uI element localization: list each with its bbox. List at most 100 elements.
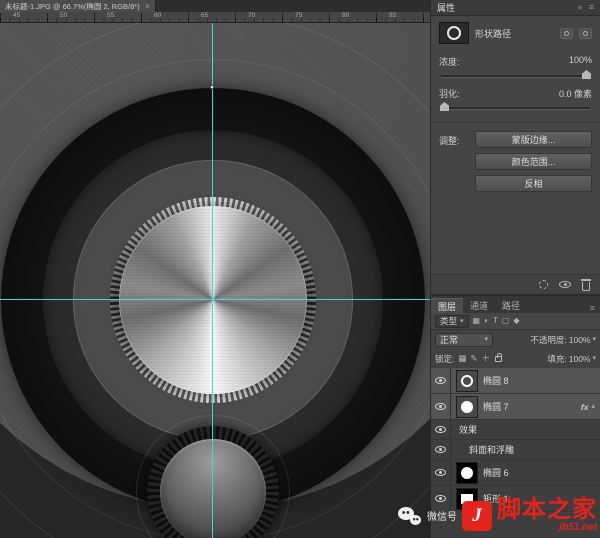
document-tabbar: 未标题-1.JPG @ 66.7%(椭圆 2, RGB/8*) ×	[0, 0, 430, 12]
density-value[interactable]: 100%	[569, 55, 592, 68]
wechat-icon	[398, 506, 422, 526]
vector-mask-button[interactable]	[579, 28, 592, 39]
layer-thumbnail[interactable]	[456, 370, 478, 392]
tab-close-icon[interactable]: ×	[145, 2, 150, 11]
layer-row-bevel-emboss[interactable]: 斜面和浮雕	[431, 440, 600, 460]
properties-panel-header: 属性 « ≡	[431, 0, 600, 16]
layer-row-ellipse-8[interactable]: 椭圆 8	[431, 368, 600, 394]
fx-badge[interactable]: fx	[581, 402, 589, 412]
blend-mode-row: 正常 ▾ 不透明度: 100% ▾	[431, 330, 600, 349]
invert-button[interactable]: 反相	[475, 175, 592, 192]
tab-paths[interactable]: 路径	[495, 298, 527, 313]
brand-site-url: jb51.net	[497, 523, 597, 533]
vertical-guide[interactable]	[212, 23, 213, 538]
layer-name[interactable]: 椭圆 6	[483, 466, 509, 479]
delete-mask-icon[interactable]	[582, 282, 590, 291]
fill-group[interactable]: 填充: 100% ▾	[547, 353, 596, 365]
filter-type-layers-icon[interactable]: T	[493, 317, 498, 325]
panel-menu-icon[interactable]: ≡	[589, 3, 594, 12]
load-selection-from-mask-icon[interactable]	[539, 280, 548, 289]
feather-value[interactable]: 0.0 像素	[559, 87, 592, 100]
enable-mask-icon[interactable]	[559, 281, 571, 288]
mask-thumbnail[interactable]	[439, 22, 469, 44]
path-anchor-point[interactable]	[210, 85, 214, 89]
eye-icon	[435, 446, 446, 453]
lock-transparency-icon[interactable]: ▦	[458, 354, 466, 363]
document-area: 未标题-1.JPG @ 66.7%(椭圆 2, RGB/8*) × 45 50 55…	[0, 0, 430, 538]
layer-row-ellipse-6[interactable]: 椭圆 6	[431, 460, 600, 486]
feather-slider-thumb[interactable]	[440, 102, 449, 111]
feather-slider[interactable]	[441, 107, 590, 110]
eye-icon	[435, 377, 446, 384]
lock-position-icon[interactable]: ＋	[482, 354, 491, 363]
feather-label: 羽化:	[439, 87, 460, 100]
horizontal-guide[interactable]	[0, 299, 430, 300]
blend-mode-value: 正常	[440, 333, 458, 346]
layer-filter-row: 类型 ▾ ▦ ◐ T ▢ ◆	[431, 313, 600, 330]
layers-panel-menu-icon[interactable]: ≡	[590, 304, 595, 313]
fill-value[interactable]: 100%	[569, 354, 591, 364]
layer-name[interactable]: 椭圆 8	[483, 374, 509, 387]
properties-bottom-bar	[431, 274, 600, 294]
ruler-number: 50	[60, 12, 67, 19]
visibility-toggle[interactable]	[431, 394, 451, 419]
layer-row-ellipse-7[interactable]: 椭圆 7 fx ▴	[431, 394, 600, 420]
lock-row: 锁定: ▦ ✎ ＋ 填充: 100% ▾	[431, 349, 600, 368]
photoshop-window: 未标题-1.JPG @ 66.7%(椭圆 2, RGB/8*) × 45 50 55…	[0, 0, 600, 538]
effect-name[interactable]: 斜面和浮雕	[469, 443, 514, 456]
blend-mode-select[interactable]: 正常 ▾	[435, 333, 493, 347]
small-knob	[160, 439, 266, 538]
tab-layers[interactable]: 图层	[431, 298, 463, 313]
wechat-label: 微信号	[427, 508, 457, 523]
density-label: 浓度:	[439, 55, 460, 68]
feather-row: 羽化: 0.0 像素	[431, 87, 600, 100]
opacity-group[interactable]: 不透明度: 100% ▾	[530, 334, 596, 346]
layer-thumbnail[interactable]	[456, 396, 478, 418]
adjust-section: 调整: 蒙版边缘... 颜色范围... 反相	[431, 123, 600, 192]
lock-paint-icon[interactable]: ✎	[470, 354, 477, 363]
right-panel-column: 属性 « ≡ 形状路径 浓度: 100% 羽化: 0.0 像素	[430, 0, 600, 538]
document-tab-title: 未标题-1.JPG @ 66.7%(椭圆 2, RGB/8*)	[5, 1, 140, 12]
chevron-down-icon: ▾	[592, 336, 596, 343]
properties-panel: 属性 « ≡ 形状路径 浓度: 100% 羽化: 0.0 像素	[431, 0, 600, 294]
visibility-toggle[interactable]	[431, 368, 451, 393]
horizontal-ruler[interactable]: 455055606570758085	[0, 12, 430, 23]
ruler-number: 55	[107, 12, 114, 19]
density-slider-thumb[interactable]	[582, 70, 591, 79]
filter-kind-select[interactable]: 类型 ▾	[435, 315, 469, 328]
layer-thumbnail[interactable]	[456, 462, 478, 484]
opacity-label: 不透明度:	[530, 334, 566, 346]
document-tab[interactable]: 未标题-1.JPG @ 66.7%(椭圆 2, RGB/8*) ×	[0, 0, 156, 12]
layer-row-effects[interactable]: 效果	[431, 420, 600, 440]
watermark: 微信号 J 脚本之家 jb51.net	[398, 498, 597, 533]
filter-adjustment-layers-icon[interactable]: ◐	[484, 317, 489, 325]
visibility-toggle[interactable]	[431, 460, 451, 485]
ruler-number: 80	[342, 12, 349, 19]
color-range-button[interactable]: 颜色范围...	[475, 153, 592, 170]
filter-pixel-layers-icon[interactable]: ▦	[473, 317, 481, 325]
visibility-toggle[interactable]	[431, 440, 451, 459]
eye-icon	[435, 403, 446, 410]
filter-shape-layers-icon[interactable]: ▢	[502, 317, 510, 325]
pixel-mask-button[interactable]	[560, 28, 573, 39]
ruler-number: 65	[201, 12, 208, 19]
tab-channels[interactable]: 通道	[463, 298, 495, 313]
filter-smart-object-icon[interactable]: ◆	[513, 317, 519, 325]
ruler-number: 45	[13, 12, 20, 19]
metal-knob-face	[119, 206, 307, 394]
density-slider[interactable]	[441, 75, 590, 78]
density-row: 浓度: 100%	[431, 55, 600, 68]
canvas[interactable]	[0, 23, 430, 538]
lock-label: 锁定:	[435, 353, 454, 365]
ruler-number: 75	[295, 12, 302, 19]
effects-group-label[interactable]: 效果	[459, 423, 477, 436]
chevron-down-icon: ▾	[460, 318, 464, 325]
visibility-toggle[interactable]	[431, 420, 451, 439]
opacity-value[interactable]: 100%	[569, 335, 591, 345]
mask-edge-button[interactable]: 蒙版边缘...	[475, 131, 592, 148]
fx-collapse-icon[interactable]: ▴	[591, 403, 595, 410]
properties-panel-title: 属性	[437, 1, 455, 14]
lock-all-icon[interactable]	[495, 356, 502, 362]
layer-name[interactable]: 椭圆 7	[483, 400, 509, 413]
panel-collapse-icon[interactable]: «	[578, 3, 583, 12]
